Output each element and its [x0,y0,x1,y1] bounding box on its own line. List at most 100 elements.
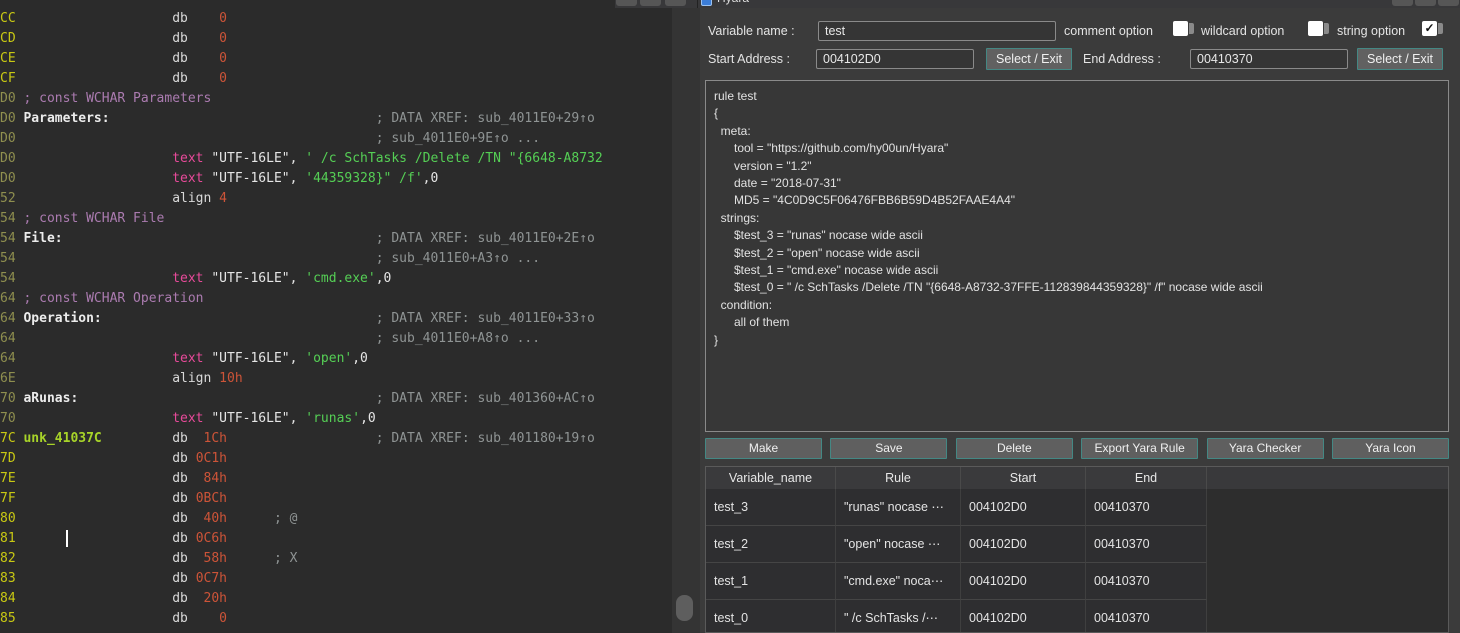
asm-segment-cg: ; DATA XREF: sub_401180+19↑o [376,431,595,446]
end-address-input[interactable] [1190,49,1348,69]
asm-segment-mn: db [172,491,188,506]
column-header-start[interactable]: Start [961,467,1086,489]
scrollbar-thumb[interactable] [676,595,693,621]
asm-segment-ay: 80 [0,511,16,526]
asm-segment-num: 0BCh [196,491,227,506]
asm-segment-cg: ; sub_4011E0+9E↑o ... [376,131,540,146]
close-button[interactable] [1438,0,1459,6]
toolbar-button[interactable] [616,0,637,6]
asm-line[interactable]: 64 Operation: ; DATA XREF: sub_4011E0+33… [0,309,672,329]
asm-line[interactable]: 7E db 84h [0,469,672,489]
asm-segment-cg: ; sub_4011E0+A8↑o ... [376,331,540,346]
asm-line[interactable]: 7C unk_41037C db 1Ch ; DATA XREF: sub_40… [0,429,672,449]
variable-name-input[interactable] [818,21,1056,41]
asm-line[interactable]: 54 text "UTF-16LE", 'cmd.exe',0 [0,269,672,289]
asm-line[interactable]: 52 align 4 [0,189,672,209]
window-title: Hyara [717,0,749,5]
end-select-exit-button[interactable]: Select / Exit [1357,48,1443,70]
asm-segment-ay: 7E [0,471,16,486]
cell-end: 00410370 [1086,600,1207,633]
asm-line[interactable]: 80 db 40h ; @ [0,509,672,529]
asm-line[interactable]: D0 ; const WCHAR Parameters [0,89,672,109]
end-address-label: End Address : [1083,52,1161,66]
start-select-exit-button[interactable]: Select / Exit [986,48,1072,70]
asm-line[interactable]: 7F db 0BCh [0,489,672,509]
asm-segment-ao: 64 [0,351,16,366]
asm-segment-lbl: Operation: [23,311,101,326]
asm-segment-mn: db [172,551,188,566]
asm-line[interactable]: 6E align 10h [0,369,672,389]
yara-rule-text[interactable]: rule test { meta: tool = "https://github… [705,80,1449,432]
asm-line[interactable]: 54 File: ; DATA XREF: sub_4011E0+2E↑o [0,229,672,249]
asm-line[interactable]: CD db 0 [0,29,672,49]
asm-line[interactable]: D0 Parameters: ; DATA XREF: sub_4011E0+2… [0,109,672,129]
asm-segment-wh: ,0 [352,351,368,366]
table-row[interactable]: test_3"runas" nocase ⋯004102D000410370 [706,489,1207,526]
column-header-rule[interactable]: Rule [836,467,961,489]
ida-vertical-scrollbar[interactable] [672,0,700,633]
column-header-end[interactable]: End [1086,467,1207,489]
asm-segment-num: 20h [204,591,227,606]
table-row[interactable]: test_1"cmd.exe" noca⋯004102D000410370 [706,563,1207,600]
asm-segment-wh: "UTF-16LE", [204,271,306,286]
asm-line[interactable]: 64 ; sub_4011E0+A8↑o ... [0,329,672,349]
asm-line[interactable]: D0 text "UTF-16LE", '44359328}" /f',0 [0,169,672,189]
asm-line[interactable]: 82 db 58h ; X [0,549,672,569]
asm-line[interactable]: D0 ; sub_4011E0+9E↑o ... [0,129,672,149]
asm-segment-num: 84h [204,471,227,486]
minimize-button[interactable] [1392,0,1413,6]
asm-line[interactable]: 84 db 20h [0,589,672,609]
asm-line[interactable]: 83 db 0C7h [0,569,672,589]
yara-checker-button[interactable]: Yara Checker [1207,438,1324,459]
delete-button[interactable]: Delete [956,438,1073,459]
asm-line[interactable]: 64 ; const WCHAR Operation [0,289,672,309]
asm-segment-ao: 54 [0,271,16,286]
make-button[interactable]: Make [705,438,822,459]
asm-line[interactable]: D0 text "UTF-16LE", ' /c SchTasks /Delet… [0,149,672,169]
asm-line[interactable]: 70 text "UTF-16LE", 'runas',0 [0,409,672,429]
cell-end: 00410370 [1086,489,1207,526]
asm-segment-mn: align [172,191,211,206]
string-option-checkbox[interactable]: ✓ [1422,21,1437,36]
asm-line[interactable]: 54 ; const WCHAR File [0,209,672,229]
asm-segment-str: 'cmd.exe' [305,271,375,286]
yara-icon-button[interactable]: Yara Icon [1332,438,1449,459]
start-address-input[interactable] [816,49,974,69]
maximize-button[interactable] [1415,0,1436,6]
wildcard-option-checkbox[interactable] [1308,21,1323,36]
column-header-variable_name[interactable]: Variable_name [706,467,836,489]
asm-line[interactable]: 85 db 0 [0,609,672,629]
asm-line[interactable]: CF db 0 [0,69,672,89]
asm-segment-cp: ; const WCHAR Operation [23,291,203,306]
asm-line[interactable]: 7D db 0C1h [0,449,672,469]
table-row[interactable]: test_0" /c SchTasks /⋯004102D000410370 [706,600,1207,633]
asm-line[interactable]: 81 db 0C6h [0,529,672,549]
asm-segment-cg: ; DATA XREF: sub_4011E0+33↑o [376,311,595,326]
cell-variable-name: test_2 [706,526,836,563]
asm-segment-ay: 84 [0,591,16,606]
comment-option-checkbox[interactable] [1173,21,1188,36]
save-button[interactable]: Save [830,438,947,459]
yara-rules-table[interactable]: Variable_nameRuleStartEnd test_3"runas" … [705,466,1449,633]
export-yara-rule-button[interactable]: Export Yara Rule [1081,438,1198,459]
toolbar-button[interactable] [665,0,686,6]
asm-segment-str: 'runas' [305,411,360,426]
asm-segment-kw: text [172,411,203,426]
table-row[interactable]: test_2"open" nocase ⋯004102D000410370 [706,526,1207,563]
start-address-label: Start Address : [708,52,790,66]
ida-disassembly-pane[interactable]: CC db 0CD db 0CE db 0CF db 0D0 ; const W… [0,0,672,633]
asm-line[interactable]: 54 ; sub_4011E0+A3↑o ... [0,249,672,269]
asm-line[interactable]: CE db 0 [0,49,672,69]
asm-line[interactable]: 70 aRunas: ; DATA XREF: sub_401360+AC↑o [0,389,672,409]
hyara-window-titlebar: Hyara [615,0,1460,8]
asm-line[interactable]: 64 text "UTF-16LE", 'open',0 [0,349,672,369]
asm-segment-ay: 7C [0,431,16,446]
asm-segment-kw: text [172,351,203,366]
asm-segment-ay: CE [0,51,16,66]
asm-segment-wh: "UTF-16LE", [204,151,306,166]
toolbar-button[interactable] [640,0,661,6]
table-header-row: Variable_nameRuleStartEnd [706,467,1449,489]
asm-line[interactable]: CC db 0 [0,9,672,29]
asm-segment-mn: db [172,51,188,66]
asm-segment-num: 1Ch [204,431,227,446]
